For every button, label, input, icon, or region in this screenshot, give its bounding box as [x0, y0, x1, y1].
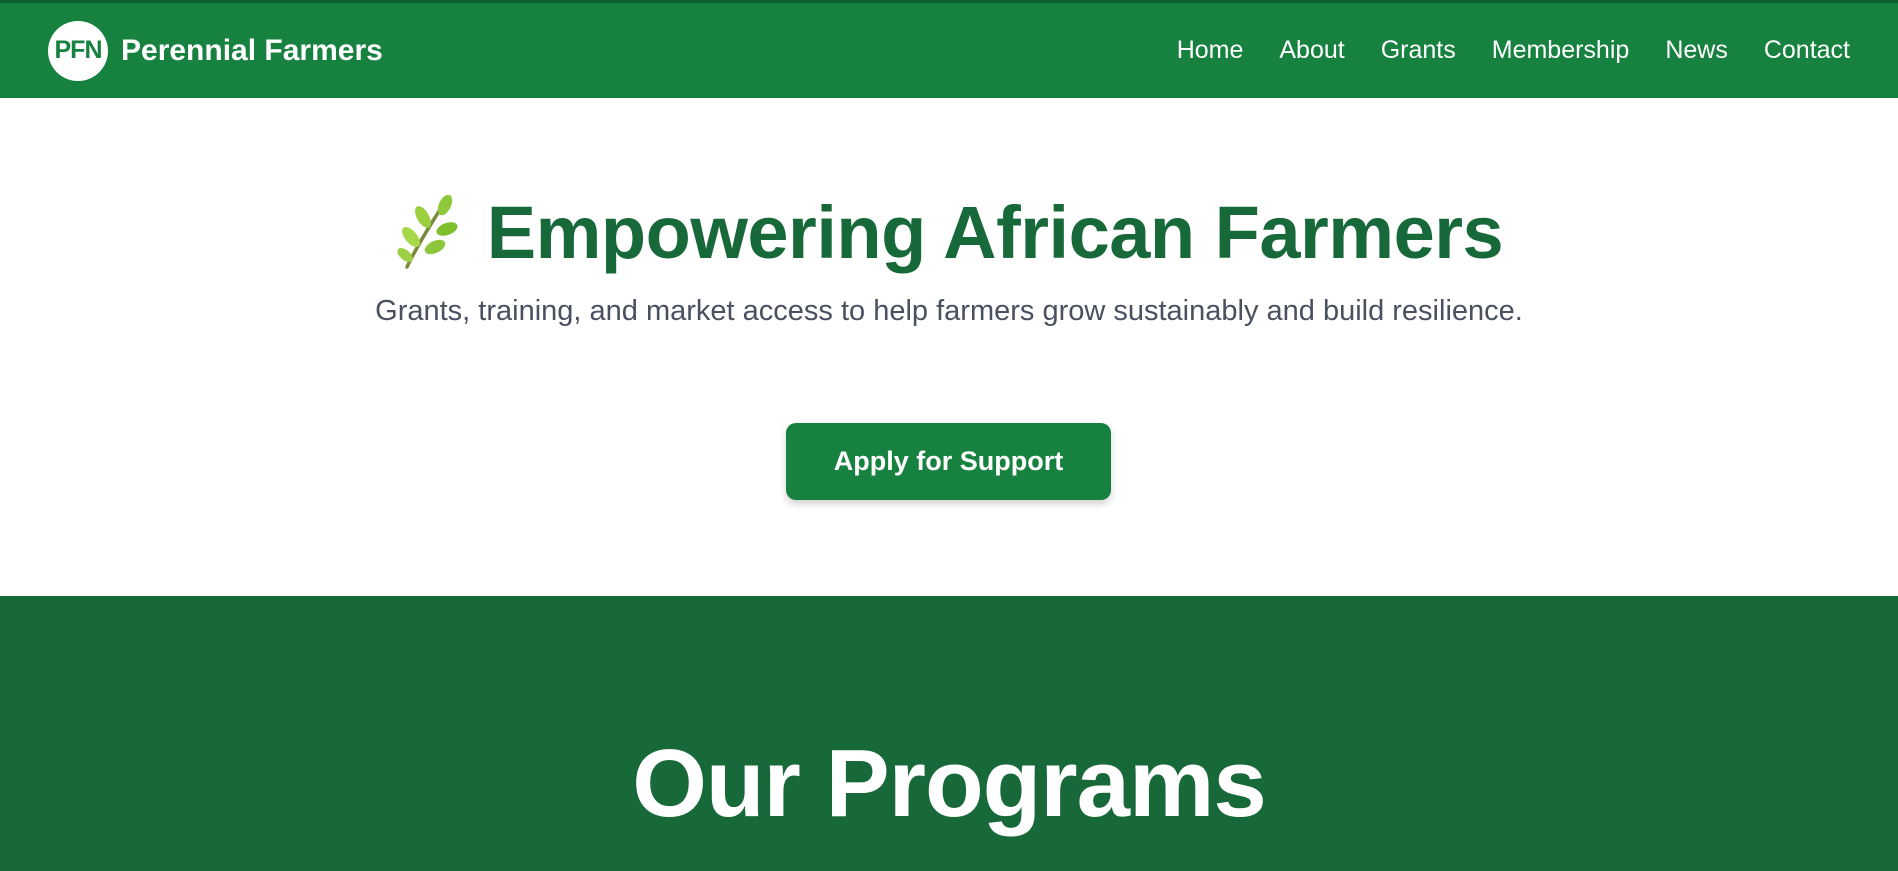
nav-link-membership[interactable]: Membership — [1492, 36, 1630, 65]
brand[interactable]: PFN Perennial Farmers — [48, 20, 383, 81]
nav-link-home[interactable]: Home — [1177, 36, 1244, 65]
herb-leaf-icon — [395, 194, 459, 271]
hero-section: Empowering African Farmers Grants, train… — [0, 98, 1898, 596]
nav-link-contact[interactable]: Contact — [1764, 36, 1850, 65]
top-navbar: PFN Perennial Farmers Home About Grants … — [0, 0, 1898, 98]
nav-link-about[interactable]: About — [1279, 36, 1344, 65]
apply-for-support-button[interactable]: Apply for Support — [786, 423, 1111, 500]
hero-title-row: Empowering African Farmers — [0, 190, 1898, 275]
hero-subtitle: Grants, training, and market access to h… — [375, 295, 1523, 327]
nav-link-grants[interactable]: Grants — [1381, 36, 1456, 65]
programs-title: Our Programs — [632, 730, 1267, 837]
page: PFN Perennial Farmers Home About Grants … — [0, 0, 1898, 871]
brand-logo[interactable]: PFN — [48, 20, 108, 81]
nav-links: Home About Grants Membership News Contac… — [1177, 36, 1850, 65]
nav-link-news[interactable]: News — [1665, 36, 1728, 65]
programs-section: Our Programs — [0, 596, 1898, 871]
hero-title: Empowering African Farmers — [486, 191, 1504, 274]
brand-name[interactable]: Perennial Farmers — [121, 34, 383, 68]
